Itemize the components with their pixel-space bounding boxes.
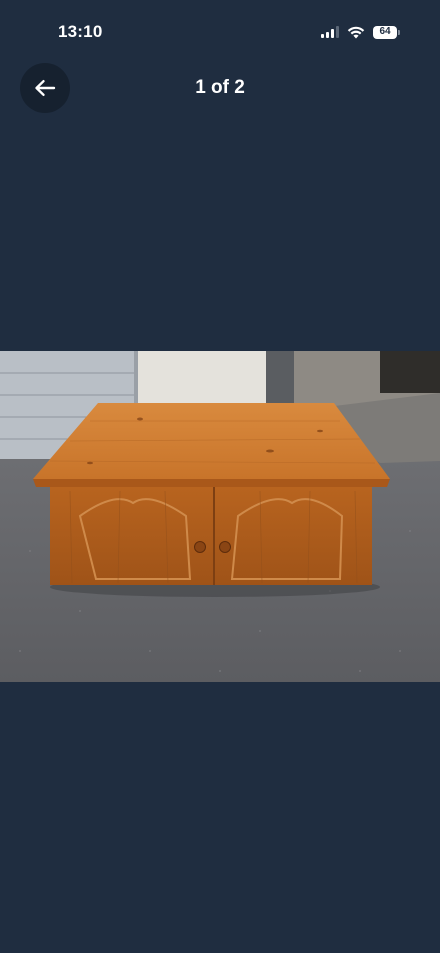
battery-icon: 64 — [373, 25, 400, 39]
status-time: 13:10 — [58, 22, 103, 41]
battery-level: 64 — [373, 25, 397, 39]
cellular-signal-icon — [321, 26, 339, 38]
status-bar: 13:10 64 — [0, 0, 440, 62]
wifi-icon — [347, 26, 365, 38]
status-icons: 64 — [321, 23, 400, 41]
page-counter: 1 of 2 — [195, 77, 245, 98]
pine-storage-chest-photo[interactable] — [0, 351, 440, 682]
